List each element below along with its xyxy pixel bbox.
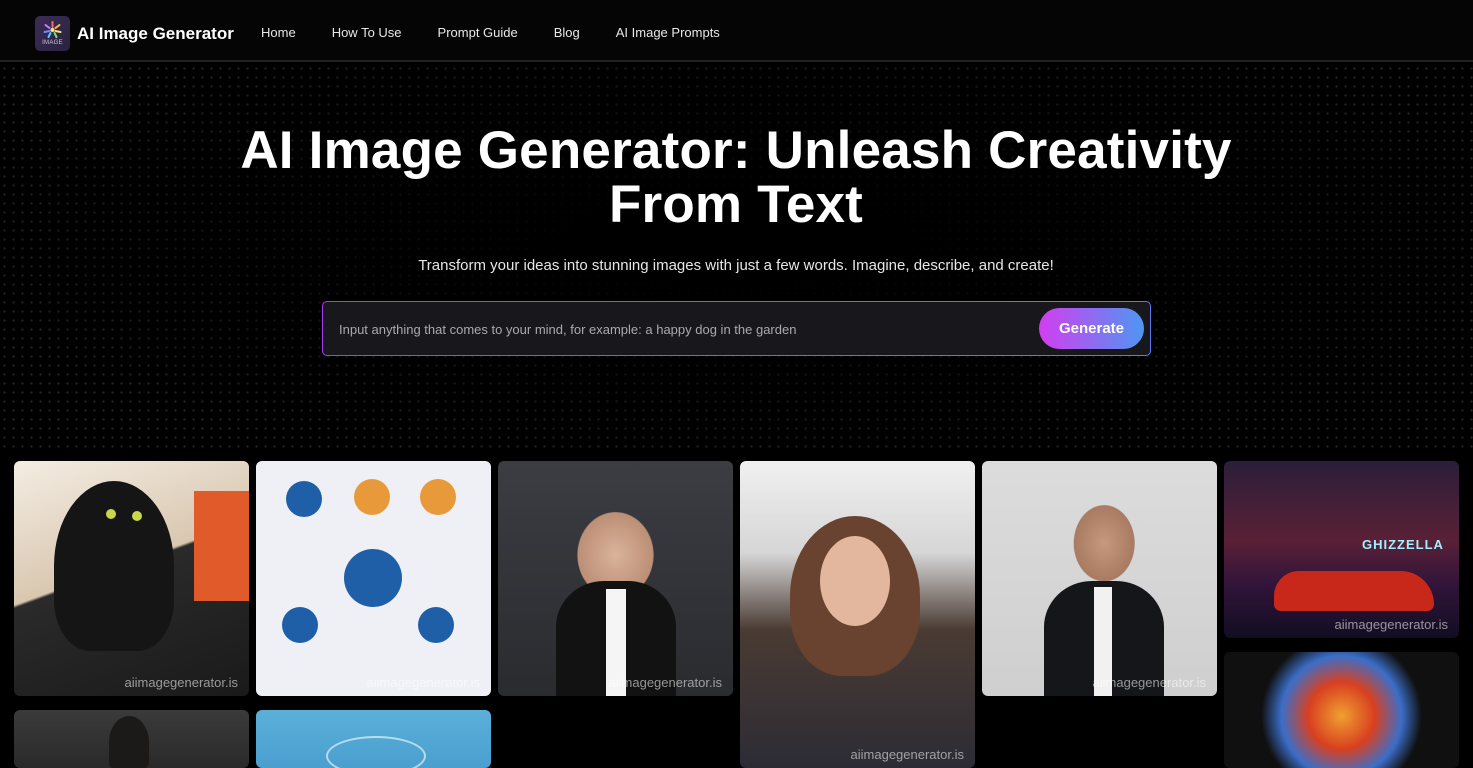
neon-sign: GHIZZELLA xyxy=(1362,537,1444,552)
top-navbar: IMAGE AI Image Generator Home How To Use… xyxy=(0,0,1473,62)
window-frame xyxy=(194,491,249,601)
center-user-icon xyxy=(344,549,402,607)
prompt-input[interactable] xyxy=(339,318,1029,340)
nav-prompt-guide[interactable]: Prompt Guide xyxy=(438,25,518,40)
document-icon xyxy=(286,481,322,517)
armor-shape xyxy=(109,716,149,768)
gallery-image-black-cat[interactable]: aiimagegenerator.is xyxy=(14,461,249,696)
facebook-icon xyxy=(418,607,454,643)
gallery-image-woman-tuxedo-laughing[interactable]: aiimagegenerator.is xyxy=(498,461,733,696)
watermark: aiimagegenerator.is xyxy=(608,675,722,690)
car-shape xyxy=(1274,571,1434,611)
main-nav: Home How To Use Prompt Guide Blog AI Ima… xyxy=(261,25,756,40)
brand-name[interactable]: AI Image Generator xyxy=(77,24,234,44)
person-icon xyxy=(354,479,390,515)
cat-eye xyxy=(132,511,142,521)
cat-shape xyxy=(54,481,174,651)
brand[interactable]: IMAGE AI Image Generator xyxy=(35,16,234,51)
watermark: aiimagegenerator.is xyxy=(124,675,238,690)
cat-eye xyxy=(106,509,116,519)
hero-subtitle: Transform your ideas into stunning image… xyxy=(418,257,1054,274)
gallery-image-lead-generation[interactable]: aiimagegenerator.is xyxy=(256,461,491,696)
face-shape xyxy=(820,536,890,626)
gallery-image-woman-tuxedo-serious[interactable]: aiimagegenerator.is xyxy=(982,461,1217,696)
watermark: aiimagegenerator.is xyxy=(1334,617,1448,632)
watermark: aiimagegenerator.is xyxy=(850,747,964,762)
logo-icon: IMAGE xyxy=(35,16,70,51)
person-icon xyxy=(282,607,318,643)
gallery-image-red-car[interactable]: GHIZZELLA aiimagegenerator.is xyxy=(1224,461,1459,638)
person-icon xyxy=(420,479,456,515)
gallery-image-armored-figure[interactable] xyxy=(14,710,249,768)
nav-how-to-use[interactable]: How To Use xyxy=(332,25,402,40)
gallery-image-girl-snow[interactable]: aiimagegenerator.is xyxy=(740,461,975,768)
prompt-box: Generate xyxy=(322,301,1151,356)
logo-text: IMAGE xyxy=(42,40,63,46)
watermark: aiimagegenerator.is xyxy=(1092,675,1206,690)
nav-blog[interactable]: Blog xyxy=(554,25,580,40)
nav-ai-image-prompts[interactable]: AI Image Prompts xyxy=(616,25,720,40)
generate-button[interactable]: Generate xyxy=(1039,308,1144,349)
hero-title: AI Image Generator: Unleash Creativity F… xyxy=(240,121,1232,234)
watermark: aiimagegenerator.is xyxy=(366,675,480,690)
gallery-image-blue-network[interactable] xyxy=(256,710,491,768)
network-ring xyxy=(326,736,426,768)
nav-home[interactable]: Home xyxy=(261,25,296,40)
gallery-image-phoenix[interactable] xyxy=(1224,652,1459,768)
